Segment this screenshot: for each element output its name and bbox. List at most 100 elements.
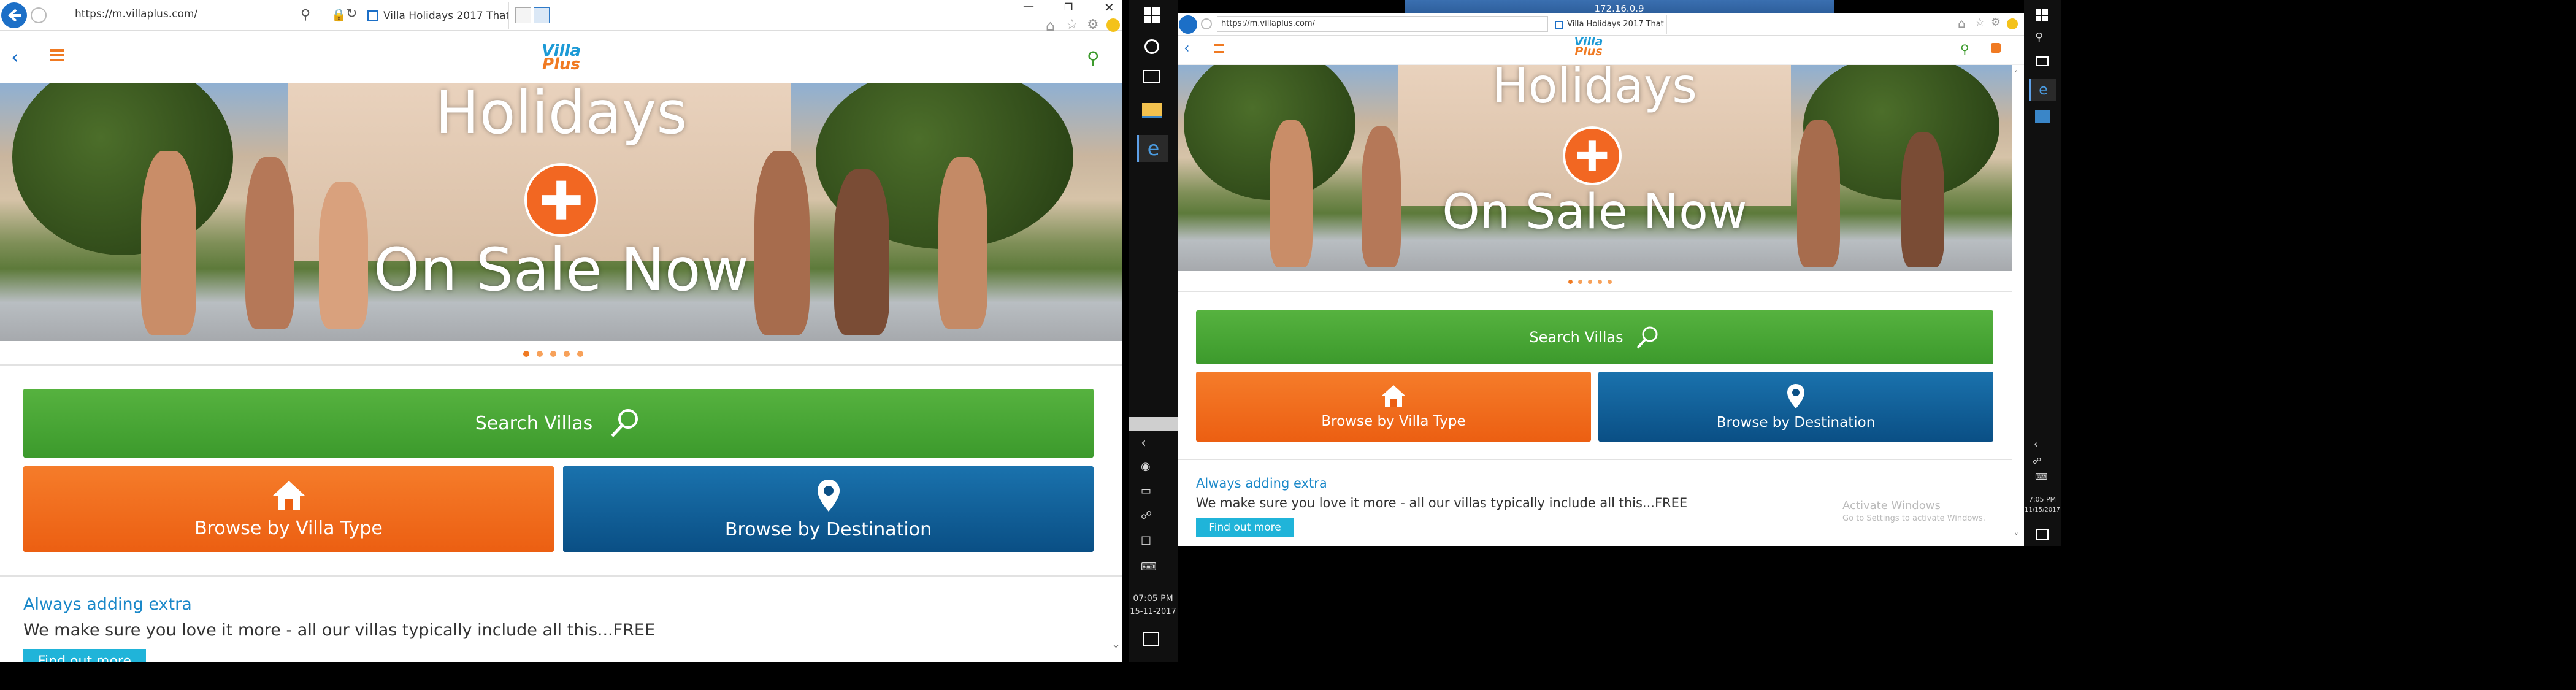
people-icon[interactable]: ◉ [1141,460,1151,473]
carousel-dot[interactable] [523,351,529,357]
search-villas-button[interactable]: Search Villas [1196,310,1993,364]
chevron-left-icon[interactable]: ‹ [2034,438,2038,451]
maximize-button[interactable]: ❐ [1064,1,1073,13]
right-browser-window: https://m.villaplus.com/ Villa Holidays … [1178,13,2024,546]
browse-villa-type-button[interactable]: Browse by Villa Type [23,466,554,552]
url-text: https://m.villaplus.com/ [75,8,198,20]
carousel-dot[interactable] [1588,280,1592,284]
notification-icon[interactable] [2036,529,2049,540]
back-icon[interactable] [1179,15,1197,34]
keyboard-icon[interactable]: ⌨ [2035,472,2047,482]
scroll-down-icon[interactable]: ⌄ [1111,638,1121,651]
search-icon[interactable]: ⚲ [301,7,310,23]
chevron-left-icon[interactable]: ‹ [1141,435,1146,451]
smiley-icon[interactable] [1106,18,1120,32]
browse-destination-button[interactable]: Browse by Destination [563,466,1094,552]
taskview-icon[interactable] [1143,70,1160,83]
monitor-icon[interactable]: □ [1141,534,1151,546]
site-header: ‹ Villa Plus ⚲ [1178,36,2024,65]
hero-banner[interactable]: Holidays On Sale Now [0,83,1122,341]
browse-destination-button[interactable]: Browse by Destination [1598,372,1993,442]
windows-icon[interactable] [1141,6,1163,28]
ie-icon[interactable]: e [1137,135,1168,162]
star-icon[interactable]: ☆ [1066,17,1078,33]
notification-icon[interactable] [1143,632,1159,646]
star-icon[interactable]: ☆ [1975,16,1985,29]
windows-icon[interactable] [2035,9,2049,25]
gear-icon[interactable]: ⚙ [1991,16,2001,29]
taskbar-time[interactable]: 7:05 PM [2024,496,2061,504]
middle-taskbar: e ‹ ◉ ▭ ☍ □ ⌨ 07:05 PM 15-11-2017 [1129,0,1178,662]
carousel-dot[interactable] [577,351,583,357]
scroll-up-icon[interactable]: ˄ [2014,70,2018,80]
taskbar-date[interactable]: 11/15/2017 [2024,507,2061,513]
url-text: https://m.villaplus.com/ [1221,19,1316,28]
smiley-icon[interactable] [2007,18,2018,29]
carousel-dots[interactable] [523,351,583,357]
site-back-icon[interactable]: ‹ [11,45,19,69]
logo-plus: Plus [1574,45,1603,59]
close-button[interactable]: ✕ [1104,0,1114,15]
site-search-icon[interactable]: ⚲ [1960,42,1969,56]
forward-icon[interactable] [1201,18,1212,29]
url-field[interactable]: https://m.villaplus.com/ [69,4,314,26]
always-adding-extra-text: We make sure you love it more - all our … [1196,496,1688,510]
home-icon[interactable]: ⌂ [1958,16,1966,31]
carousel-dot[interactable] [550,351,556,357]
divider [1178,291,2012,292]
carousel-dot[interactable] [537,351,543,357]
gear-icon[interactable]: ⚙ [1087,17,1099,33]
hamburger-icon[interactable] [50,49,64,61]
scroll-down-icon[interactable]: ˅ [2014,532,2018,542]
battery-icon[interactable]: ▭ [1141,485,1151,497]
find-out-more-button[interactable]: Find out more [23,649,146,662]
site-search-icon[interactable]: ⚲ [1087,48,1100,68]
lock-icon[interactable]: 🔒 [331,7,347,22]
cortana-icon[interactable] [1144,39,1159,54]
villaplus-logo[interactable]: Villa Plus [1570,36,1607,67]
carousel-dots[interactable] [1568,280,1612,284]
carousel-dot[interactable] [1568,280,1573,284]
url-field[interactable]: https://m.villaplus.com/ [1217,16,1548,32]
always-adding-extra-text: We make sure you love it more - all our … [23,621,656,640]
explorer-icon[interactable] [1142,103,1162,118]
refresh-icon[interactable]: ↻ [346,6,357,21]
person-figure [141,151,196,335]
carousel-dot[interactable] [564,351,570,357]
home-icon[interactable]: ⌂ [1046,17,1055,34]
search-villas-button[interactable]: Search Villas [23,389,1094,458]
pin-icon [1787,384,1804,408]
hero-subtitle: On Sale Now [1442,185,1747,240]
tab-list-button[interactable] [534,7,550,23]
remote-app-icon[interactable] [2035,110,2050,123]
forward-icon[interactable] [31,7,47,23]
browse-villa-type-button[interactable]: Browse by Villa Type [1196,372,1591,442]
new-tab-button[interactable] [515,7,531,23]
bag-icon[interactable] [1991,43,2001,53]
network-icon[interactable]: ☍ [2033,456,2041,466]
vertical-scrollbar[interactable] [1129,417,1178,431]
back-icon[interactable] [1,2,27,28]
person-figure [1270,120,1313,267]
browser-tab[interactable]: Villa Holidays 2017 That Yo... [1551,15,1667,34]
taskbar-date[interactable]: 15-11-2017 [1129,607,1178,616]
keyboard-icon[interactable]: ⌨ [1141,561,1157,573]
taskview-icon[interactable] [2036,56,2049,66]
hero-title: Holidays [435,83,688,147]
carousel-dot[interactable] [1578,280,1582,284]
taskbar-time[interactable]: 07:05 PM [1129,594,1178,604]
hamburger-icon[interactable] [1214,44,1224,53]
hero-banner[interactable]: Holidays On Sale Now [1178,65,2012,271]
site-back-icon[interactable]: ‹ [1184,39,1190,56]
carousel-dot[interactable] [1608,280,1612,284]
ie-icon[interactable]: e [2029,79,2056,101]
search-icon[interactable]: ⚲ [2035,31,2043,44]
villaplus-logo[interactable]: Villa Plus [537,43,586,87]
network-icon[interactable]: ☍ [1141,509,1152,522]
browse-villa-type-label: Browse by Villa Type [1321,413,1466,429]
carousel-dot[interactable] [1598,280,1602,284]
minimize-button[interactable]: — [1023,0,1034,13]
browser-tab[interactable]: Villa Holidays 2017 That Yo... [362,2,509,29]
find-out-more-button[interactable]: Find out more [1196,518,1294,537]
browse-destination-label: Browse by Destination [724,518,932,540]
